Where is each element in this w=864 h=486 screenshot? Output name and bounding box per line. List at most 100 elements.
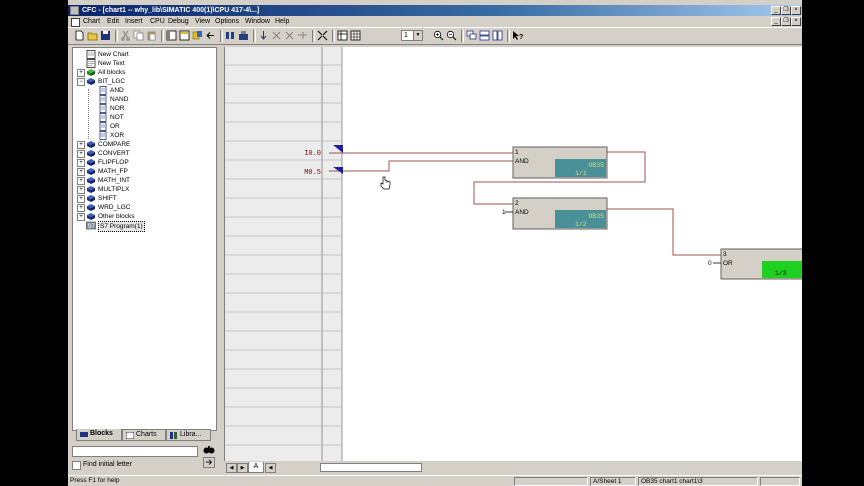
sheet-right-icon[interactable] <box>225 30 236 41</box>
help-context-icon[interactable]: ? <box>512 30 523 41</box>
menu-chart[interactable]: Chart <box>83 16 100 27</box>
title-bar[interactable]: CFC - [chart1 -- why_lib\SIMATIC 400(1)\… <box>68 5 802 16</box>
tab-blocks[interactable]: Blocks <box>76 429 122 441</box>
tree-item-label: New Chart <box>98 51 129 58</box>
block-1-task: OB35 <box>588 162 604 169</box>
close-button[interactable]: × <box>791 6 801 15</box>
block-2-pin-value[interactable]: 1 <box>502 209 506 216</box>
child-restore-button[interactable]: ❐ <box>781 17 791 26</box>
minimize-button[interactable]: _ <box>771 6 781 15</box>
tree-item-label: S7 Program(1) <box>98 221 145 232</box>
menu-options[interactable]: Options <box>215 16 239 27</box>
sheet-scroll-left-button[interactable]: ◀ <box>265 463 276 473</box>
charts-icon <box>125 431 135 440</box>
status-location: OB35 chart1 chart1\3 <box>638 477 758 486</box>
expand-icon[interactable]: + <box>77 141 85 149</box>
chart-workspace[interactable]: I0.0 M0.5 1 AND OB35 1/1 2 AND 1 OB35 1/ <box>224 47 802 461</box>
tree-item-label: NOT <box>110 114 124 121</box>
binoculars-icon[interactable] <box>203 444 215 455</box>
expand-icon[interactable]: + <box>77 69 85 77</box>
chart-canvas[interactable]: I0.0 M0.5 1 AND OB35 1/1 2 AND 1 OB35 1/ <box>225 47 802 461</box>
tree-item-label: WRD_LGC <box>98 204 131 211</box>
compile-icon[interactable] <box>238 30 249 41</box>
menu-edit[interactable]: Edit <box>107 16 119 27</box>
maximize-button[interactable]: ❐ <box>781 6 791 15</box>
expand-icon[interactable]: + <box>77 159 85 167</box>
status-sheet: A/Sheet 1 <box>590 477 636 486</box>
save-icon[interactable] <box>100 30 111 41</box>
chevron-down-icon[interactable]: ▼ <box>413 31 422 40</box>
sheet-first-button[interactable]: ◀ <box>226 463 237 473</box>
search-input[interactable] <box>72 446 198 457</box>
window-title: CFC - [chart1 -- why_lib\SIMATIC 400(1)\… <box>82 7 260 14</box>
expand-icon[interactable]: + <box>77 168 85 176</box>
new-icon[interactable] <box>74 30 85 41</box>
copy-icon[interactable] <box>133 30 144 41</box>
expand-icon[interactable]: + <box>77 186 85 194</box>
find-next-button[interactable] <box>203 457 215 468</box>
block-icon[interactable] <box>179 30 190 41</box>
program-icon[interactable] <box>192 30 203 41</box>
block-2-and[interactable]: 2 AND 1 OB35 1/2 <box>502 197 608 230</box>
expand-icon[interactable]: + <box>77 195 85 203</box>
status-help-text: Press F1 for help <box>70 477 120 484</box>
tree-item-label: OR <box>110 123 120 130</box>
tab-libraries[interactable]: Libra... <box>166 429 211 441</box>
zoom-select[interactable]: 1 ▼ <box>401 30 423 41</box>
cut-icon[interactable] <box>120 30 131 41</box>
tree-item-label: All blocks <box>98 69 126 76</box>
sheet-next-button[interactable]: ▶ <box>237 463 248 473</box>
catalog-tree[interactable]: New Chart New Text + All blocks − BIT_LGC AND N… <box>72 47 217 431</box>
open-icon[interactable] <box>87 30 98 41</box>
tab-charts[interactable]: Charts <box>122 429 166 441</box>
watch-icon[interactable] <box>284 30 295 41</box>
block-3-or[interactable]: 3 OR 0 1/3 <box>708 248 802 280</box>
tree-connector-line <box>88 89 89 139</box>
paste-icon[interactable] <box>146 30 157 41</box>
app-icon[interactable] <box>70 6 79 15</box>
books-icon <box>86 149 96 158</box>
block-3-pin-value[interactable]: 0 <box>708 260 712 267</box>
margin-address-m05[interactable]: M0.5 <box>304 169 321 177</box>
block-1-and[interactable]: 1 AND OB35 1/1 <box>512 146 608 179</box>
sheet-navigation-bar: ◀ ▶ A ◀ <box>224 461 802 473</box>
window-tile-h-icon[interactable] <box>479 30 490 41</box>
overview-icon[interactable] <box>350 30 361 41</box>
horizontal-scrollbar[interactable] <box>320 463 422 472</box>
monitor-icon[interactable] <box>297 30 308 41</box>
find-initial-letter-checkbox[interactable] <box>72 461 81 470</box>
window-tile-v-icon[interactable] <box>492 30 503 41</box>
window-cascade-icon[interactable] <box>466 30 477 41</box>
tab-blocks-label: Blocks <box>90 430 113 437</box>
zoom-in-icon[interactable] <box>433 30 444 41</box>
download-icon[interactable] <box>258 30 269 41</box>
margin-address-i0[interactable]: I0.0 <box>304 150 321 158</box>
svg-text:S7: S7 <box>88 224 96 230</box>
block-2-type: AND <box>515 209 529 216</box>
child-close-button[interactable]: × <box>791 17 801 26</box>
sheet-left-icon[interactable] <box>205 30 216 41</box>
menu-help[interactable]: Help <box>275 16 289 27</box>
catalog-icon[interactable] <box>166 30 177 41</box>
wire-m05-to-blk1 <box>329 160 513 172</box>
child-minimize-button[interactable]: _ <box>771 17 781 26</box>
child-window-icon[interactable] <box>71 18 80 27</box>
menu-cpu[interactable]: CPU <box>150 16 165 27</box>
block-2-number: 2 <box>515 200 519 207</box>
expand-icon[interactable]: + <box>77 204 85 212</box>
sheet-view-icon[interactable] <box>337 30 348 41</box>
collapse-icon[interactable]: − <box>77 78 85 86</box>
tree-item-label: BIT_LGC <box>98 78 126 85</box>
interconnect-icon[interactable] <box>317 30 328 41</box>
expand-icon[interactable]: + <box>77 213 85 221</box>
menu-debug[interactable]: Debug <box>168 16 189 27</box>
menu-window[interactable]: Window <box>245 16 270 27</box>
menu-view[interactable]: View <box>195 16 210 27</box>
expand-icon[interactable]: + <box>77 150 85 158</box>
menu-insert[interactable]: Insert <box>125 16 143 27</box>
test-mode-icon[interactable] <box>271 30 282 41</box>
sheet-tab-a[interactable]: A <box>248 462 264 473</box>
expand-icon[interactable]: + <box>77 177 85 185</box>
zoom-out-icon[interactable] <box>446 30 457 41</box>
tree-item-label: COMPARE <box>98 141 131 148</box>
